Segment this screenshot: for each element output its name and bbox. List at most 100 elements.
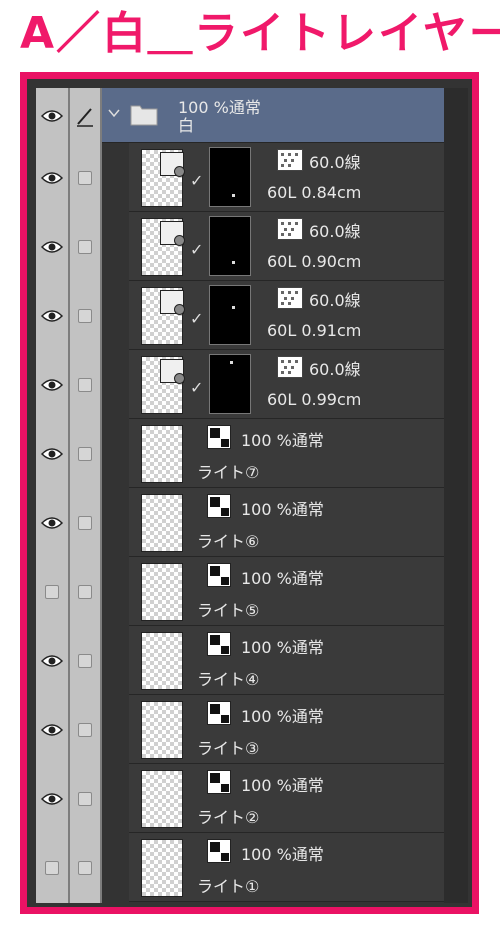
folder-row[interactable]: 100 %通常 白	[27, 88, 472, 143]
lock-toggle[interactable]	[70, 833, 100, 902]
lock-toggle[interactable]	[70, 626, 100, 695]
clip-icon	[160, 221, 185, 246]
lock-toggle[interactable]	[70, 419, 100, 488]
lock-toggle[interactable]	[70, 488, 100, 557]
mask-thumbnail	[209, 354, 251, 414]
checkbox[interactable]	[78, 515, 92, 530]
visibility-toggle[interactable]	[36, 419, 68, 488]
raster-layer-icon	[207, 563, 231, 587]
visibility-toggle[interactable]	[36, 488, 68, 557]
eye-icon	[41, 171, 63, 184]
layer-row[interactable]: ✓ 60.0線 60L 0.91cm	[27, 281, 472, 350]
layer-content[interactable]: ✓ 60.0線 60L 0.84cm	[129, 143, 444, 212]
eye-icon	[41, 109, 63, 122]
edit-target[interactable]	[70, 88, 100, 143]
layer-content[interactable]: 100 %通常 ライト⑤	[129, 557, 444, 626]
visibility-toggle[interactable]	[36, 350, 68, 419]
layer-thumbnail	[141, 425, 183, 483]
layer-thumbnail	[141, 218, 185, 276]
link-icon: ✓	[190, 378, 204, 397]
eye-icon	[41, 516, 63, 529]
lock-toggle[interactable]	[70, 764, 100, 833]
visibility-toggle[interactable]	[36, 212, 68, 281]
layer-row[interactable]: 100 %通常 ライト③	[27, 695, 472, 764]
mask-thumbnail	[209, 147, 251, 207]
layer-name: ライト⑦	[197, 463, 260, 482]
checkbox[interactable]	[78, 308, 92, 323]
checkbox[interactable]	[78, 584, 92, 599]
layer-thumbnail	[141, 149, 185, 207]
layer-content[interactable]: ✓ 60.0線 60L 0.99cm	[129, 350, 444, 419]
visibility-toggle[interactable]	[36, 557, 68, 626]
visibility-toggle[interactable]	[36, 143, 68, 212]
layer-blend: 100 %通常	[241, 431, 324, 450]
visibility-toggle[interactable]	[36, 88, 68, 143]
layer-name: ライト③	[197, 739, 260, 758]
eye-icon	[41, 309, 63, 322]
layer-row[interactable]: ✓ 60.0線 60L 0.99cm	[27, 350, 472, 419]
lock-toggle[interactable]	[70, 350, 100, 419]
visibility-toggle[interactable]	[36, 281, 68, 350]
layer-blend: 100 %通常	[241, 845, 324, 864]
layer-panel: 100 %通常 白 ✓ 60.0線 60L 0.84cm ✓ 60.0線 60L…	[20, 72, 479, 914]
checkbox[interactable]	[78, 170, 92, 185]
lock-toggle[interactable]	[70, 143, 100, 212]
layer-content[interactable]: ✓ 60.0線 60L 0.90cm	[129, 212, 444, 281]
visibility-toggle[interactable]	[36, 833, 68, 902]
raster-layer-icon	[207, 770, 231, 794]
layer-row[interactable]: 100 %通常 ライト②	[27, 764, 472, 833]
checkbox[interactable]	[78, 653, 92, 668]
layer-thumbnail	[141, 701, 183, 759]
layer-row[interactable]: ✓ 60.0線 60L 0.84cm	[27, 143, 472, 212]
page-title: A／白＿ライトレイヤー	[20, 8, 500, 59]
layer-row[interactable]: 100 %通常 ライト①	[27, 833, 472, 902]
visibility-toggle[interactable]	[36, 626, 68, 695]
tone-icon	[277, 356, 303, 378]
visibility-toggle[interactable]	[36, 764, 68, 833]
raster-layer-icon	[207, 701, 231, 725]
visibility-toggle[interactable]	[36, 695, 68, 764]
lock-toggle[interactable]	[70, 212, 100, 281]
mask-thumbnail	[209, 285, 251, 345]
mask-thumbnail	[209, 216, 251, 276]
checkbox[interactable]	[78, 791, 92, 806]
clip-icon	[160, 152, 185, 177]
layer-thumbnail	[141, 356, 185, 414]
layer-thumbnail	[141, 770, 183, 828]
layer-blend: 100 %通常	[241, 707, 324, 726]
layer-row[interactable]: 100 %通常 ライト④	[27, 626, 472, 695]
tone-icon	[277, 149, 303, 171]
eye-icon	[41, 378, 63, 391]
checkbox[interactable]	[78, 860, 92, 875]
folder-content[interactable]: 100 %通常 白	[102, 88, 444, 143]
lock-toggle[interactable]	[70, 557, 100, 626]
checkbox[interactable]	[45, 860, 59, 875]
chevron-down-icon[interactable]	[108, 108, 120, 118]
checkbox[interactable]	[78, 239, 92, 254]
layer-content[interactable]: ✓ 60.0線 60L 0.91cm	[129, 281, 444, 350]
layer-content[interactable]: 100 %通常 ライト①	[129, 833, 444, 902]
layer-row[interactable]: 100 %通常 ライト⑥	[27, 488, 472, 557]
layer-content[interactable]: 100 %通常 ライト⑥	[129, 488, 444, 557]
lock-toggle[interactable]	[70, 281, 100, 350]
checkbox[interactable]	[78, 446, 92, 461]
layer-row[interactable]: 100 %通常 ライト⑦	[27, 419, 472, 488]
layer-blend: 100 %通常	[241, 638, 324, 657]
layer-blend: 100 %通常	[241, 500, 324, 519]
layer-content[interactable]: 100 %通常 ライト②	[129, 764, 444, 833]
layer-content[interactable]: 100 %通常 ライト③	[129, 695, 444, 764]
tone-size: 60L 0.99cm	[267, 390, 362, 409]
raster-layer-icon	[207, 425, 231, 449]
layer-content[interactable]: 100 %通常 ライト⑦	[129, 419, 444, 488]
eye-icon	[41, 654, 63, 667]
checkbox[interactable]	[78, 722, 92, 737]
link-icon: ✓	[190, 171, 204, 190]
layer-content[interactable]: 100 %通常 ライト④	[129, 626, 444, 695]
checkbox[interactable]	[78, 377, 92, 392]
eye-icon	[41, 240, 63, 253]
layer-row[interactable]: 100 %通常 ライト⑤	[27, 557, 472, 626]
lock-toggle[interactable]	[70, 695, 100, 764]
checkbox[interactable]	[45, 584, 59, 599]
layer-row[interactable]: ✓ 60.0線 60L 0.90cm	[27, 212, 472, 281]
layer-name: ライト④	[197, 670, 260, 689]
